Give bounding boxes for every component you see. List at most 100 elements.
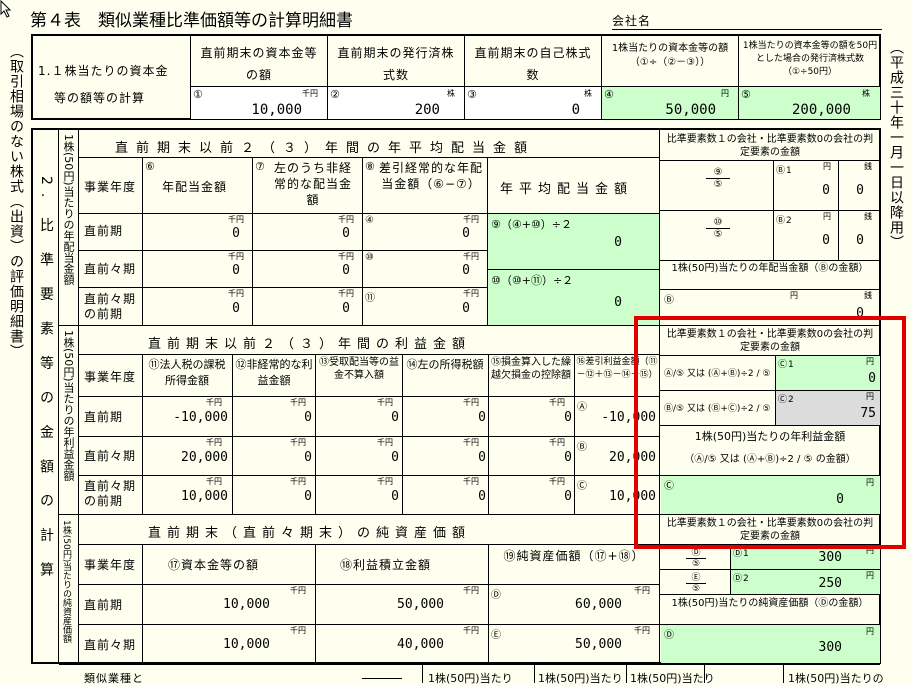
dividend-row-year: 直前々期 (84, 262, 137, 276)
dividend-cell[interactable]: 0 (370, 301, 470, 316)
profit-row-year: 直前々期 (84, 449, 137, 463)
unit-label: 円 (823, 162, 831, 171)
unit-label: 千円 (377, 477, 393, 486)
unit-label: 千円 (302, 89, 318, 98)
circled-marker: Ⓑ1 (776, 166, 793, 176)
circled-marker: Ⓓ (491, 590, 502, 601)
s1-value-issued: 200 (414, 102, 440, 118)
unit-label: 円 (790, 291, 798, 300)
unit-label: 千円 (206, 477, 222, 486)
s1-value-per-share: 50,000 (665, 102, 716, 118)
unit-label: 千円 (463, 252, 479, 261)
profit-cell[interactable]: 20,000 (146, 450, 228, 465)
dividend-cell[interactable]: 0 (150, 263, 240, 278)
profit-side-label: 1株(50円)当たりの年利益金額 (62, 330, 75, 481)
unit-label: 円 (721, 89, 729, 98)
circled-marker: Ⓔ (491, 630, 502, 641)
dividend-fraction-1: ⑨⑤ (706, 167, 730, 190)
dividend-judgment-value: 0 (856, 233, 864, 248)
profit-cell[interactable]: 0 (406, 410, 486, 425)
unit-label: 千円 (228, 215, 244, 224)
unit-label: 千円 (290, 477, 306, 486)
circled-8: ⑧ (365, 160, 376, 173)
bottom-label: 1株(50円)当たり (538, 672, 623, 685)
profit-cell[interactable]: 0 (236, 450, 312, 465)
profit-cell[interactable]: 0 (319, 450, 399, 465)
profit-cell[interactable]: 0 (492, 410, 572, 425)
net-fraction-2: Ⓔ ⑤ (686, 570, 706, 594)
unit-label: 千円 (463, 289, 479, 298)
profit-cell[interactable]: 0 (236, 410, 312, 425)
bottom-label: 類似業種と (84, 672, 144, 685)
dividend-cell[interactable]: 0 (260, 263, 350, 278)
bottom-label: 1株(50円)当たり (630, 672, 715, 685)
net-cell[interactable]: 50,000 (510, 637, 622, 652)
net-side-label: 1株(50円)当たりの純資産価額 (61, 520, 71, 644)
profit-cell[interactable]: 0 (492, 489, 572, 504)
dividend-judgment-title: 比準要素数１の会社・比準要素数0の会社の判定要素の金額 (666, 134, 874, 158)
net-cell[interactable]: 10,000 (170, 637, 270, 652)
profit-cell[interactable]: -10,000 (146, 410, 228, 425)
circled-1: ① (193, 88, 204, 101)
net-title: 直前期末（直前々期末）の純資産価額 (148, 526, 472, 541)
unit-label: 千円 (290, 586, 306, 595)
net-judgment-value-2: 250 (818, 576, 842, 591)
bottom-label: 1株(50円)当たり (428, 672, 513, 685)
circled-4: ④ (604, 88, 615, 101)
fraction-denominator: ⑤ (713, 229, 723, 240)
profit-col-13: ⑬受取配当等の益金不算入額 (319, 357, 399, 381)
unit-label: 千円 (377, 398, 393, 407)
dividend-cell[interactable]: 0 (260, 301, 350, 316)
dividend-col-avg: 年平均配当金額 (500, 182, 634, 197)
fraction-numerator: ⑨ (706, 167, 730, 179)
profit-cell[interactable]: 0 (406, 450, 486, 465)
annual-dividend-title: 1株(50円)当たりの年配当金額（Ⓑの金額） (671, 263, 869, 274)
dividend-cell[interactable]: 0 (370, 263, 470, 278)
circled-marker: Ⓑ (664, 295, 675, 306)
net-cell[interactable]: 10,000 (170, 597, 270, 612)
s1-header-issued: 直前期末の発行済株式数 (337, 46, 455, 82)
page-title: 第４表 類似業種比準価額等の計算明細書 (30, 11, 353, 31)
net-row-year: 直前期 (84, 598, 124, 612)
avg-dividend-label-2: ⑩（⑩+⑪）÷２ (491, 274, 574, 287)
net-cell[interactable]: 50,000 (340, 597, 444, 612)
profit-cell[interactable]: 0 (319, 410, 399, 425)
avg-dividend-value-2: 0 (614, 295, 622, 310)
circled-marker: Ⓑ2 (776, 216, 793, 226)
dividend-title: 直前期末以前２（３）年間の年平均配当金額 (115, 141, 536, 156)
dividend-cell[interactable]: 0 (370, 226, 470, 241)
s1-header-capital: 直前期末の資本金等の額 (200, 46, 318, 82)
profit-col-year: 事業年度 (84, 370, 137, 384)
unit-label: 千円 (634, 586, 650, 595)
fraction-numerator: Ⓔ (686, 570, 706, 584)
dividend-fraction-2: ⑩⑤ (706, 217, 730, 240)
net-col-17: ⑰資本金等の額 (168, 558, 260, 572)
right-side-note: （平成三十年一月一日以降用） (888, 40, 904, 250)
profit-cell[interactable]: 0 (492, 450, 572, 465)
unit-label: 千円 (463, 215, 479, 224)
net-row-year: 直前々期 (84, 638, 137, 652)
circled-marker: Ⓑ (577, 442, 588, 453)
unit-label: 千円 (549, 477, 565, 486)
profit-cell[interactable]: 0 (236, 489, 312, 504)
unit-label: 株 (584, 89, 592, 98)
avg-dividend-label-1: ⑨（④+⑩）÷２ (491, 218, 573, 231)
circled-marker: ⑩ (365, 252, 375, 263)
fraction-denominator: ⑤ (691, 559, 701, 569)
left-side-note: （取引相場のない株式（出資）の評価明細書） (8, 44, 24, 359)
profit-cell[interactable]: 10,000 (146, 489, 228, 504)
net-cell[interactable]: 40,000 (340, 637, 444, 652)
unit-label: 円 (866, 627, 874, 636)
unit-label: 銭 (864, 162, 872, 171)
dividend-cell[interactable]: 0 (260, 226, 350, 241)
dividend-cell[interactable]: 0 (150, 226, 240, 241)
profit-cell[interactable]: 0 (406, 489, 486, 504)
dividend-cell[interactable]: 0 (150, 301, 240, 316)
unit-label: 株 (862, 89, 870, 98)
unit-label: 円 (866, 571, 874, 580)
profit-cell[interactable]: 0 (319, 489, 399, 504)
annual-net-cell[interactable] (661, 625, 880, 663)
fraction-denominator: ⑤ (713, 179, 723, 190)
net-cell[interactable]: 60,000 (510, 597, 622, 612)
dividend-judgment-value: 0 (822, 233, 830, 248)
